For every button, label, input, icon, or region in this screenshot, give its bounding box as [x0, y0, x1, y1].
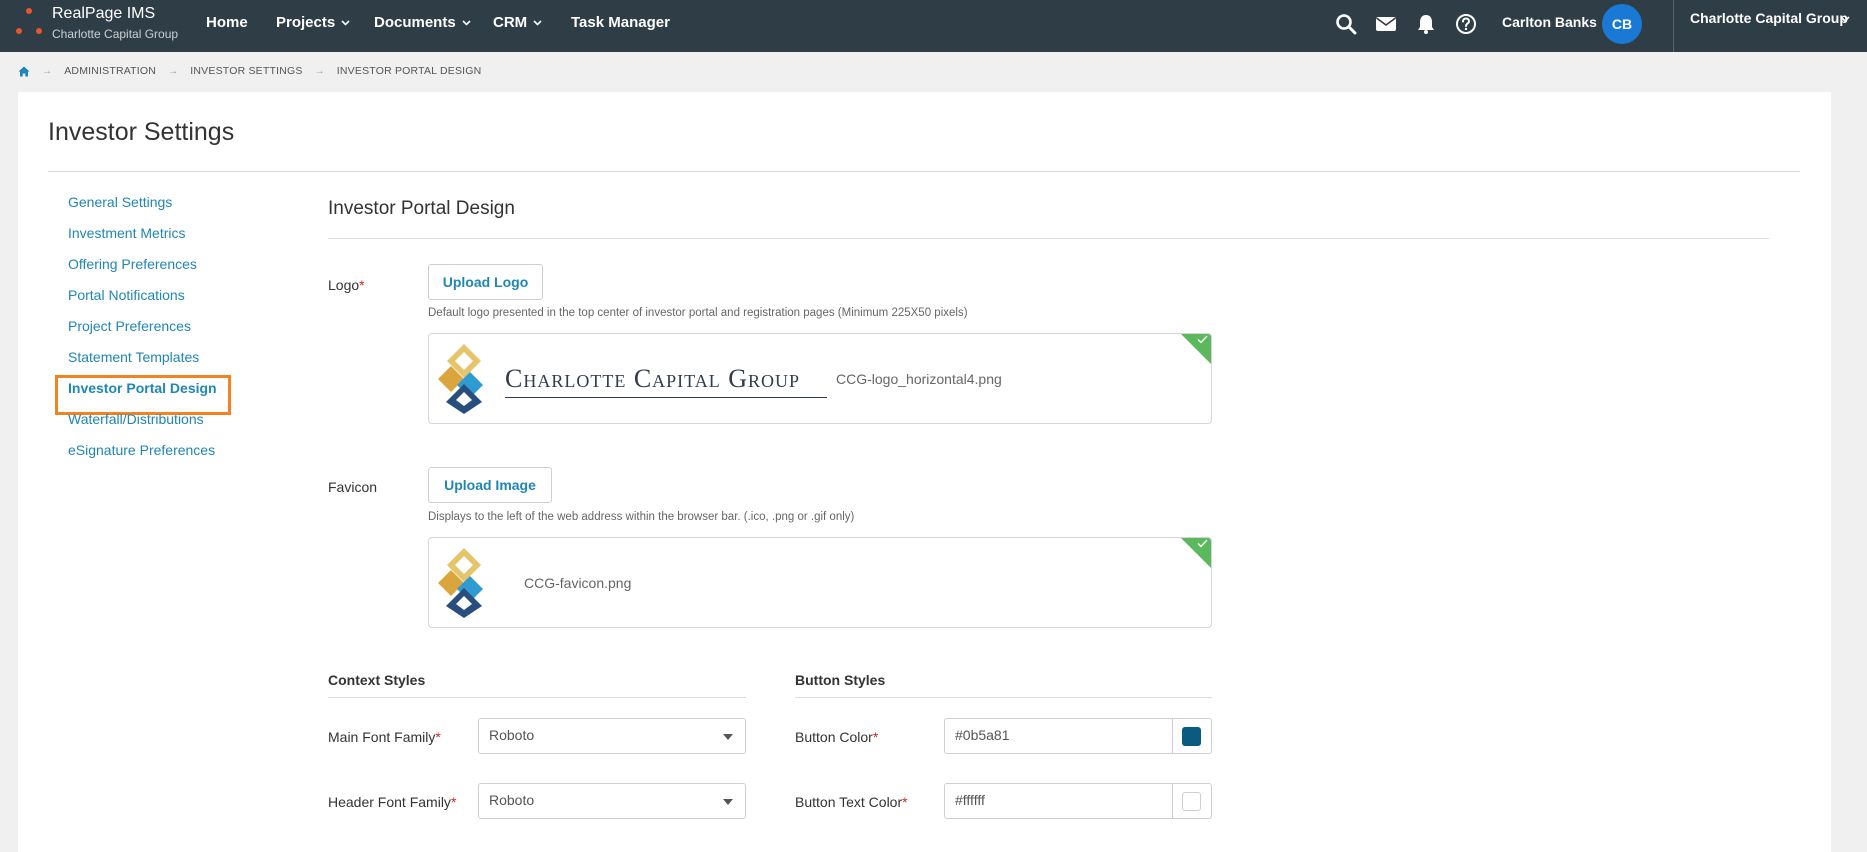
upload-image-button[interactable]: Upload Image: [428, 467, 552, 503]
title-divider: [48, 171, 1800, 172]
context-styles-heading: Context Styles: [328, 672, 426, 688]
bell-icon[interactable]: [1415, 13, 1437, 35]
upload-logo-button[interactable]: Upload Logo: [428, 264, 543, 300]
breadcrumb: → ADMINISTRATION → INVESTOR SETTINGS → I…: [18, 65, 481, 77]
nav-documents-label: Documents: [374, 14, 456, 31]
favicon-preview: CCG-favicon.png: [428, 537, 1212, 628]
color-swatch: [1182, 792, 1201, 811]
brand-logo-icon[interactable]: [16, 8, 42, 36]
caret-down-icon: [723, 799, 733, 805]
main-font-label-text: Main Font Family: [328, 729, 436, 745]
side-nav-portal-notifications[interactable]: Portal Notifications: [68, 287, 185, 303]
company-switcher[interactable]: Charlotte Capital Group: [1690, 10, 1850, 26]
nav-documents[interactable]: Documents: [374, 14, 471, 31]
button-styles-heading: Button Styles: [795, 672, 886, 688]
help-icon[interactable]: [1455, 13, 1477, 35]
company-switcher-label: Charlotte Capital Group: [1690, 10, 1848, 26]
logo-label: Logo*: [328, 277, 365, 293]
side-nav-esignature-preferences[interactable]: eSignature Preferences: [68, 442, 215, 458]
main-font-select[interactable]: Roboto: [478, 718, 746, 754]
caret-down-icon: [723, 734, 733, 740]
chevron-down-icon: [341, 19, 350, 26]
favicon-help-text: Displays to the left of the web address …: [428, 511, 855, 523]
nav-task-manager[interactable]: Task Manager: [571, 14, 670, 31]
required-mark: *: [450, 794, 457, 810]
color-swatch: [1182, 727, 1201, 746]
main-font-value: Roboto: [489, 727, 535, 743]
header-font-label-text: Header Font Family: [328, 794, 451, 810]
user-name[interactable]: Carlton Banks: [1502, 14, 1597, 30]
required-mark: *: [435, 729, 441, 745]
side-nav-general-settings[interactable]: General Settings: [68, 194, 172, 210]
logo-preview: Charlotte Capital Group CCG-logo_horizon…: [428, 333, 1212, 424]
logo-underline: [505, 397, 827, 398]
nav-divider: [1673, 0, 1674, 52]
breadcrumb-investor-settings[interactable]: INVESTOR SETTINGS: [190, 65, 302, 77]
header-font-select[interactable]: Roboto: [478, 783, 746, 819]
context-styles-divider: [328, 697, 746, 698]
settings-card: Investor Settings General Settings Inves…: [18, 92, 1831, 852]
company-subtitle: Charlotte Capital Group: [52, 27, 179, 41]
logo-file-name: CCG-logo_horizontal4.png: [836, 371, 1002, 387]
main-font-label: Main Font Family*: [328, 729, 441, 745]
app-name[interactable]: RealPage IMS: [52, 5, 155, 23]
side-nav-investment-metrics[interactable]: Investment Metrics: [68, 225, 185, 241]
required-mark: *: [359, 277, 365, 293]
button-text-color-input[interactable]: #ffffff: [944, 783, 1212, 819]
mail-icon[interactable]: [1375, 13, 1397, 35]
ccg-favicon-image: [438, 548, 483, 618]
button-text-color-picker[interactable]: [1172, 784, 1211, 818]
favicon-label: Favicon: [328, 479, 378, 495]
logo-label-text: Logo: [328, 277, 360, 293]
home-icon[interactable]: [18, 66, 30, 77]
search-icon[interactable]: [1335, 13, 1357, 35]
button-text-color-value: #ffffff: [955, 792, 985, 808]
required-mark: *: [902, 794, 908, 810]
nav-task-manager-label: Task Manager: [571, 14, 670, 31]
section-divider: [328, 238, 1769, 239]
required-mark: *: [872, 729, 879, 745]
button-text-color-label-text: Button Text Color: [795, 794, 903, 810]
chevron-down-icon: [533, 19, 542, 26]
nav-home[interactable]: Home: [206, 14, 248, 31]
page-title: Investor Settings: [48, 118, 235, 146]
chevron-down-icon: [462, 19, 471, 26]
button-color-label-text: Button Color: [795, 729, 873, 745]
section-title: Investor Portal Design: [328, 198, 515, 219]
button-color-label: Button Color*: [795, 729, 878, 745]
nav-projects-label: Projects: [276, 14, 336, 31]
breadcrumb-investor-portal-design: INVESTOR PORTAL DESIGN: [336, 65, 482, 77]
arrow-right-icon: →: [42, 65, 53, 77]
nav-projects[interactable]: Projects: [276, 14, 350, 31]
header-font-value: Roboto: [489, 792, 535, 808]
breadcrumb-administration[interactable]: ADMINISTRATION: [64, 65, 156, 77]
chevron-down-icon: [1840, 16, 1850, 23]
button-text-color-label: Button Text Color*: [795, 794, 908, 810]
button-color-input[interactable]: #0b5a81: [944, 718, 1212, 754]
top-navbar: RealPage IMS Charlotte Capital Group Hom…: [0, 0, 1867, 52]
side-nav-waterfall-distributions[interactable]: Waterfall/Distributions: [68, 411, 204, 427]
side-nav-investor-portal-design[interactable]: Investor Portal Design: [68, 380, 217, 396]
nav-crm-label: CRM: [493, 14, 528, 31]
logo-wordmark: Charlotte Capital Group: [505, 364, 801, 393]
arrow-right-icon: →: [314, 65, 325, 77]
nav-crm[interactable]: CRM: [493, 14, 542, 31]
header-font-label: Header Font Family*: [328, 794, 456, 810]
side-nav-project-preferences[interactable]: Project Preferences: [68, 318, 191, 334]
avatar[interactable]: CB: [1602, 4, 1642, 44]
side-nav-statement-templates[interactable]: Statement Templates: [68, 349, 199, 365]
check-icon: [1197, 335, 1208, 344]
arrow-right-icon: →: [168, 65, 179, 77]
logo-help-text: Default logo presented in the top center…: [428, 307, 968, 319]
ccg-diamond-logo: [438, 344, 483, 414]
favicon-file-name: CCG-favicon.png: [524, 575, 632, 591]
button-color-value: #0b5a81: [955, 727, 1010, 743]
button-color-picker[interactable]: [1172, 719, 1211, 753]
nav-home-label: Home: [206, 14, 248, 31]
check-icon: [1197, 539, 1208, 548]
button-styles-divider: [795, 697, 1212, 698]
side-nav-offering-preferences[interactable]: Offering Preferences: [68, 256, 197, 272]
